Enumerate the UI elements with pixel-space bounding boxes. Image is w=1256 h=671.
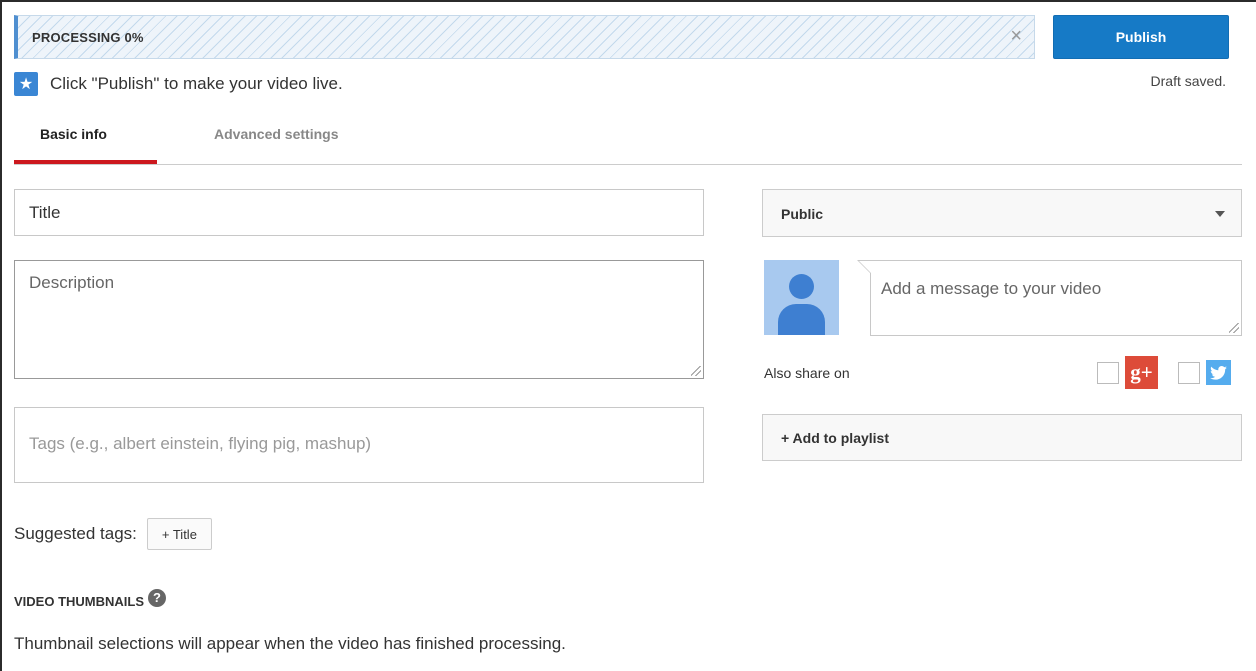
tab-advanced-settings[interactable]: Advanced settings bbox=[214, 126, 338, 142]
share-twitter-checkbox[interactable] bbox=[1178, 362, 1200, 384]
suggested-tags-label: Suggested tags: bbox=[14, 524, 137, 543]
chevron-down-icon bbox=[1215, 211, 1225, 217]
share-message-placeholder: Add a message to your video bbox=[881, 279, 1102, 298]
share-gplus-checkbox[interactable] bbox=[1097, 362, 1119, 384]
tab-bar: Basic info Advanced settings bbox=[14, 114, 1242, 165]
avatar-body-shape bbox=[778, 304, 825, 335]
privacy-selected-value: Public bbox=[781, 206, 824, 222]
resize-grip-icon[interactable] bbox=[1229, 323, 1239, 333]
publish-hint: ★ Click "Publish" to make your video liv… bbox=[14, 72, 343, 96]
tab-basic-info[interactable]: Basic info bbox=[40, 126, 107, 142]
video-thumbnails-title: VIDEO THUMBNAILS bbox=[14, 594, 144, 609]
processing-progress-bar: PROCESSING 0% × bbox=[14, 15, 1035, 59]
suggested-tag-title-button[interactable]: + Title bbox=[146, 518, 212, 550]
share-message-textarea[interactable]: Add a message to your video bbox=[857, 260, 1242, 336]
speech-pointer-inner bbox=[859, 261, 871, 273]
also-share-label: Also share on bbox=[764, 365, 850, 381]
description-placeholder: Description bbox=[29, 273, 115, 292]
add-to-playlist-button[interactable]: + Add to playlist bbox=[762, 414, 1242, 461]
cancel-upload-icon[interactable]: × bbox=[1010, 26, 1022, 46]
description-textarea[interactable]: Description bbox=[14, 260, 704, 379]
star-icon: ★ bbox=[14, 72, 38, 96]
google-plus-icon: g+ bbox=[1125, 356, 1158, 389]
draft-saved-status: Draft saved. bbox=[1150, 73, 1226, 89]
resize-grip-icon[interactable] bbox=[691, 366, 701, 376]
twitter-bird-shape bbox=[1210, 365, 1227, 380]
help-icon[interactable]: ? bbox=[148, 588, 166, 607]
tags-input[interactable]: Tags (e.g., albert einstein, flying pig,… bbox=[14, 407, 704, 483]
processing-status-label: PROCESSING 0% bbox=[32, 30, 144, 45]
twitter-icon bbox=[1206, 360, 1231, 385]
title-input[interactable]: Title bbox=[14, 189, 704, 236]
thumbnails-note: Thumbnail selections will appear when th… bbox=[14, 634, 566, 653]
privacy-select[interactable]: Public bbox=[762, 189, 1242, 237]
tags-placeholder: Tags (e.g., albert einstein, flying pig,… bbox=[29, 434, 372, 453]
title-input-value: Title bbox=[29, 203, 61, 222]
publish-button[interactable]: Publish bbox=[1053, 15, 1229, 59]
avatar-head-shape bbox=[789, 274, 814, 299]
suggested-tags: Suggested tags: + Title bbox=[14, 518, 212, 550]
publish-hint-text: Click "Publish" to make your video live. bbox=[50, 74, 343, 93]
video-thumbnails-heading: VIDEO THUMBNAILS ? bbox=[14, 588, 166, 609]
active-tab-indicator bbox=[14, 160, 157, 164]
avatar bbox=[764, 260, 839, 335]
